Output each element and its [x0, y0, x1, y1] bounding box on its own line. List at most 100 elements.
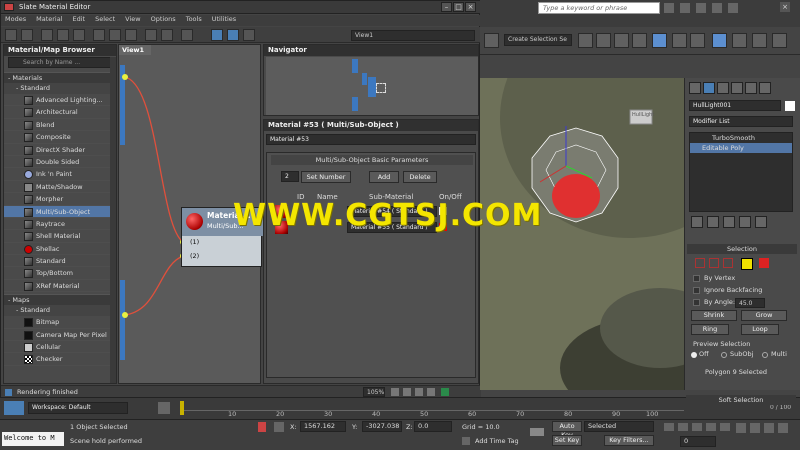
- assign-material-icon[interactable]: [57, 29, 69, 41]
- subscription-icon[interactable]: [680, 3, 690, 13]
- pan-icon[interactable]: [391, 388, 399, 396]
- title-bar[interactable]: Slate Material Editor – □ ×: [1, 1, 481, 14]
- communication-icon[interactable]: [696, 3, 706, 13]
- auto-key-button[interactable]: Auto Key: [552, 421, 582, 439]
- list-item[interactable]: Advanced Lighting...: [4, 94, 110, 107]
- preview-multi-radio[interactable]: [762, 352, 768, 358]
- delete-button[interactable]: Delete: [403, 171, 437, 183]
- y-coordinate-field[interactable]: -3027.038: [362, 421, 402, 432]
- create-tab-icon[interactable]: [689, 82, 701, 94]
- search-icon[interactable]: [664, 3, 674, 13]
- material-name-field[interactable]: Material #53: [266, 134, 476, 145]
- navigator-canvas[interactable]: [266, 57, 478, 115]
- polygon-mode-icon[interactable]: [741, 258, 753, 270]
- layout-all-icon[interactable]: [181, 29, 193, 41]
- list-item[interactable]: Checker: [4, 353, 110, 366]
- zoom-icon[interactable]: [403, 388, 411, 396]
- show-end-result-icon[interactable]: [707, 216, 719, 228]
- close-icon[interactable]: ×: [465, 2, 476, 12]
- list-item[interactable]: Shellac: [4, 243, 110, 256]
- reset-map-icon[interactable]: [73, 29, 85, 41]
- maximize-viewport-icon[interactable]: [778, 423, 788, 433]
- timeline[interactable]: Workspace: Default: [0, 397, 800, 419]
- menu-modes[interactable]: Modes: [5, 15, 26, 23]
- browser-scrollbar[interactable]: [110, 57, 116, 383]
- maxscript-listener[interactable]: Welcome to M: [2, 432, 64, 446]
- materials-standard-rollout[interactable]: - Standard: [4, 83, 110, 94]
- soft-selection-rollout[interactable]: Soft Selection: [686, 395, 796, 405]
- list-item[interactable]: Composite: [4, 131, 110, 144]
- zoom-extents-icon[interactable]: [427, 388, 435, 396]
- add-time-tag-button[interactable]: Add Time Tag: [475, 437, 519, 445]
- maximize-icon[interactable]: □: [453, 2, 464, 12]
- edge-mode-icon[interactable]: [709, 258, 719, 268]
- display-tab-icon[interactable]: [745, 82, 757, 94]
- maps-rollout[interactable]: - Maps: [4, 294, 110, 306]
- render-production-icon[interactable]: [772, 33, 787, 48]
- ring-button[interactable]: Ring: [691, 324, 729, 335]
- render-setup-icon[interactable]: [732, 33, 747, 48]
- pan-view-icon[interactable]: [736, 423, 746, 433]
- current-frame-field[interactable]: 0: [680, 436, 716, 447]
- schematic-view-icon[interactable]: [690, 33, 705, 48]
- list-item[interactable]: DirectX Shader: [4, 144, 110, 156]
- hide-unused-icon[interactable]: [125, 29, 137, 41]
- menu-utilities[interactable]: Utilities: [212, 15, 236, 23]
- rendered-frame-icon[interactable]: [752, 33, 767, 48]
- list-item[interactable]: Shell Material: [4, 230, 110, 243]
- x-coordinate-field[interactable]: 1567.162: [300, 421, 346, 432]
- vertex-mode-icon[interactable]: [695, 258, 705, 268]
- previous-frame-icon[interactable]: [678, 423, 688, 431]
- motion-tab-icon[interactable]: [731, 82, 743, 94]
- nav-viewport-rect[interactable]: [376, 83, 386, 93]
- layout-children-icon[interactable]: [211, 29, 223, 41]
- list-item[interactable]: XRef Material: [4, 280, 110, 293]
- curve-editor-icon[interactable]: [672, 33, 687, 48]
- remove-modifier-icon[interactable]: [739, 216, 751, 228]
- key-mode-dropdown[interactable]: Selected: [584, 421, 654, 432]
- browser-search-input[interactable]: Search by Name ...: [8, 57, 116, 68]
- by-vertex-checkbox[interactable]: [693, 275, 700, 282]
- zoom-field[interactable]: 105%: [363, 387, 385, 397]
- list-item[interactable]: Cellular: [4, 341, 110, 354]
- zoom-region-icon[interactable]: [415, 388, 423, 396]
- material-editor-icon[interactable]: [712, 33, 727, 48]
- layer-icon[interactable]: [614, 33, 629, 48]
- grow-button[interactable]: Grow: [741, 310, 787, 321]
- go-to-start-icon[interactable]: [664, 423, 674, 431]
- stack-item-selected[interactable]: Editable Poly: [690, 143, 792, 153]
- maps-standard-rollout[interactable]: - Standard: [4, 305, 110, 317]
- orbit-icon[interactable]: [750, 423, 760, 433]
- perspective-viewport[interactable]: HullLight: [480, 78, 684, 390]
- list-item[interactable]: Top/Bottom: [4, 267, 110, 280]
- ignore-backfacing-checkbox[interactable]: [693, 287, 700, 294]
- minimize-icon[interactable]: –: [441, 2, 452, 12]
- pick-material-icon[interactable]: [21, 29, 33, 41]
- play-icon[interactable]: [692, 423, 702, 431]
- rollout-title[interactable]: Multi/Sub-Object Basic Parameters: [271, 155, 473, 165]
- utilities-tab-icon[interactable]: [759, 82, 771, 94]
- help-icon[interactable]: [728, 3, 738, 13]
- make-unique-icon[interactable]: [723, 216, 735, 228]
- list-item[interactable]: Architectural: [4, 106, 110, 119]
- show-map-icon[interactable]: [145, 29, 157, 41]
- list-item-selected[interactable]: Multi/Sub-Object: [4, 205, 110, 218]
- next-frame-icon[interactable]: [706, 423, 716, 431]
- mirror-icon[interactable]: [578, 33, 593, 48]
- preview-subobj-radio[interactable]: [721, 352, 727, 358]
- object-color-swatch[interactable]: [785, 101, 795, 111]
- list-item[interactable]: Standard: [4, 255, 110, 268]
- materials-rollout[interactable]: - Materials: [4, 72, 110, 83]
- z-coordinate-field[interactable]: 0.0: [414, 421, 452, 432]
- set-key-button[interactable]: Set Key: [552, 435, 582, 446]
- put-material-icon[interactable]: [41, 29, 53, 41]
- menu-tools[interactable]: Tools: [186, 15, 202, 23]
- loop-button[interactable]: Loop: [741, 324, 779, 335]
- scene-explorer-icon[interactable]: [652, 33, 667, 48]
- select-tool-icon[interactable]: [5, 29, 17, 41]
- hierarchy-tab-icon[interactable]: [717, 82, 729, 94]
- list-item[interactable]: Bitmap: [4, 316, 110, 329]
- border-mode-icon[interactable]: [723, 258, 733, 268]
- count-spinner[interactable]: 2: [281, 171, 299, 182]
- go-to-end-icon[interactable]: [720, 423, 730, 431]
